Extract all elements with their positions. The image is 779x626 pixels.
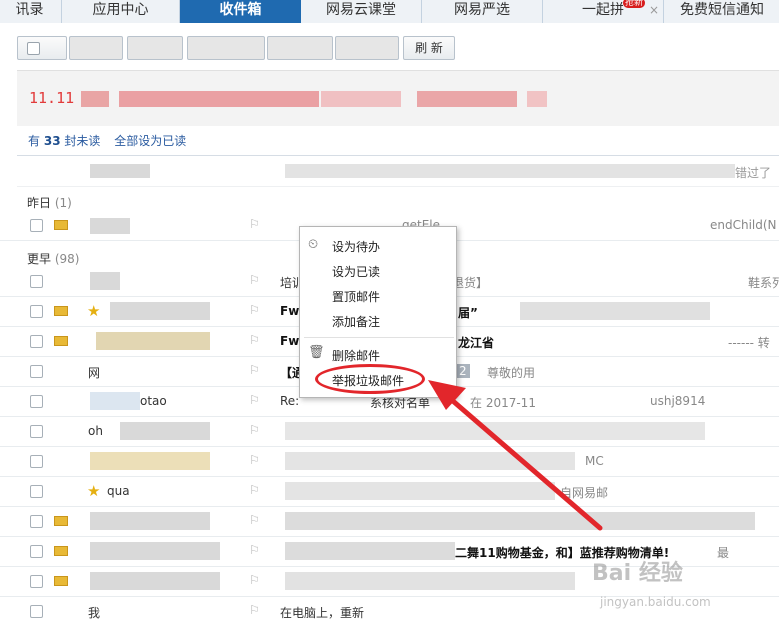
annotation-arrow: [428, 380, 603, 531]
baidu-watermark-url: jingyan.baidu.com: [600, 595, 711, 609]
baidu-watermark: Bai 经验: [592, 561, 683, 586]
arrow-shaft: [443, 392, 603, 531]
